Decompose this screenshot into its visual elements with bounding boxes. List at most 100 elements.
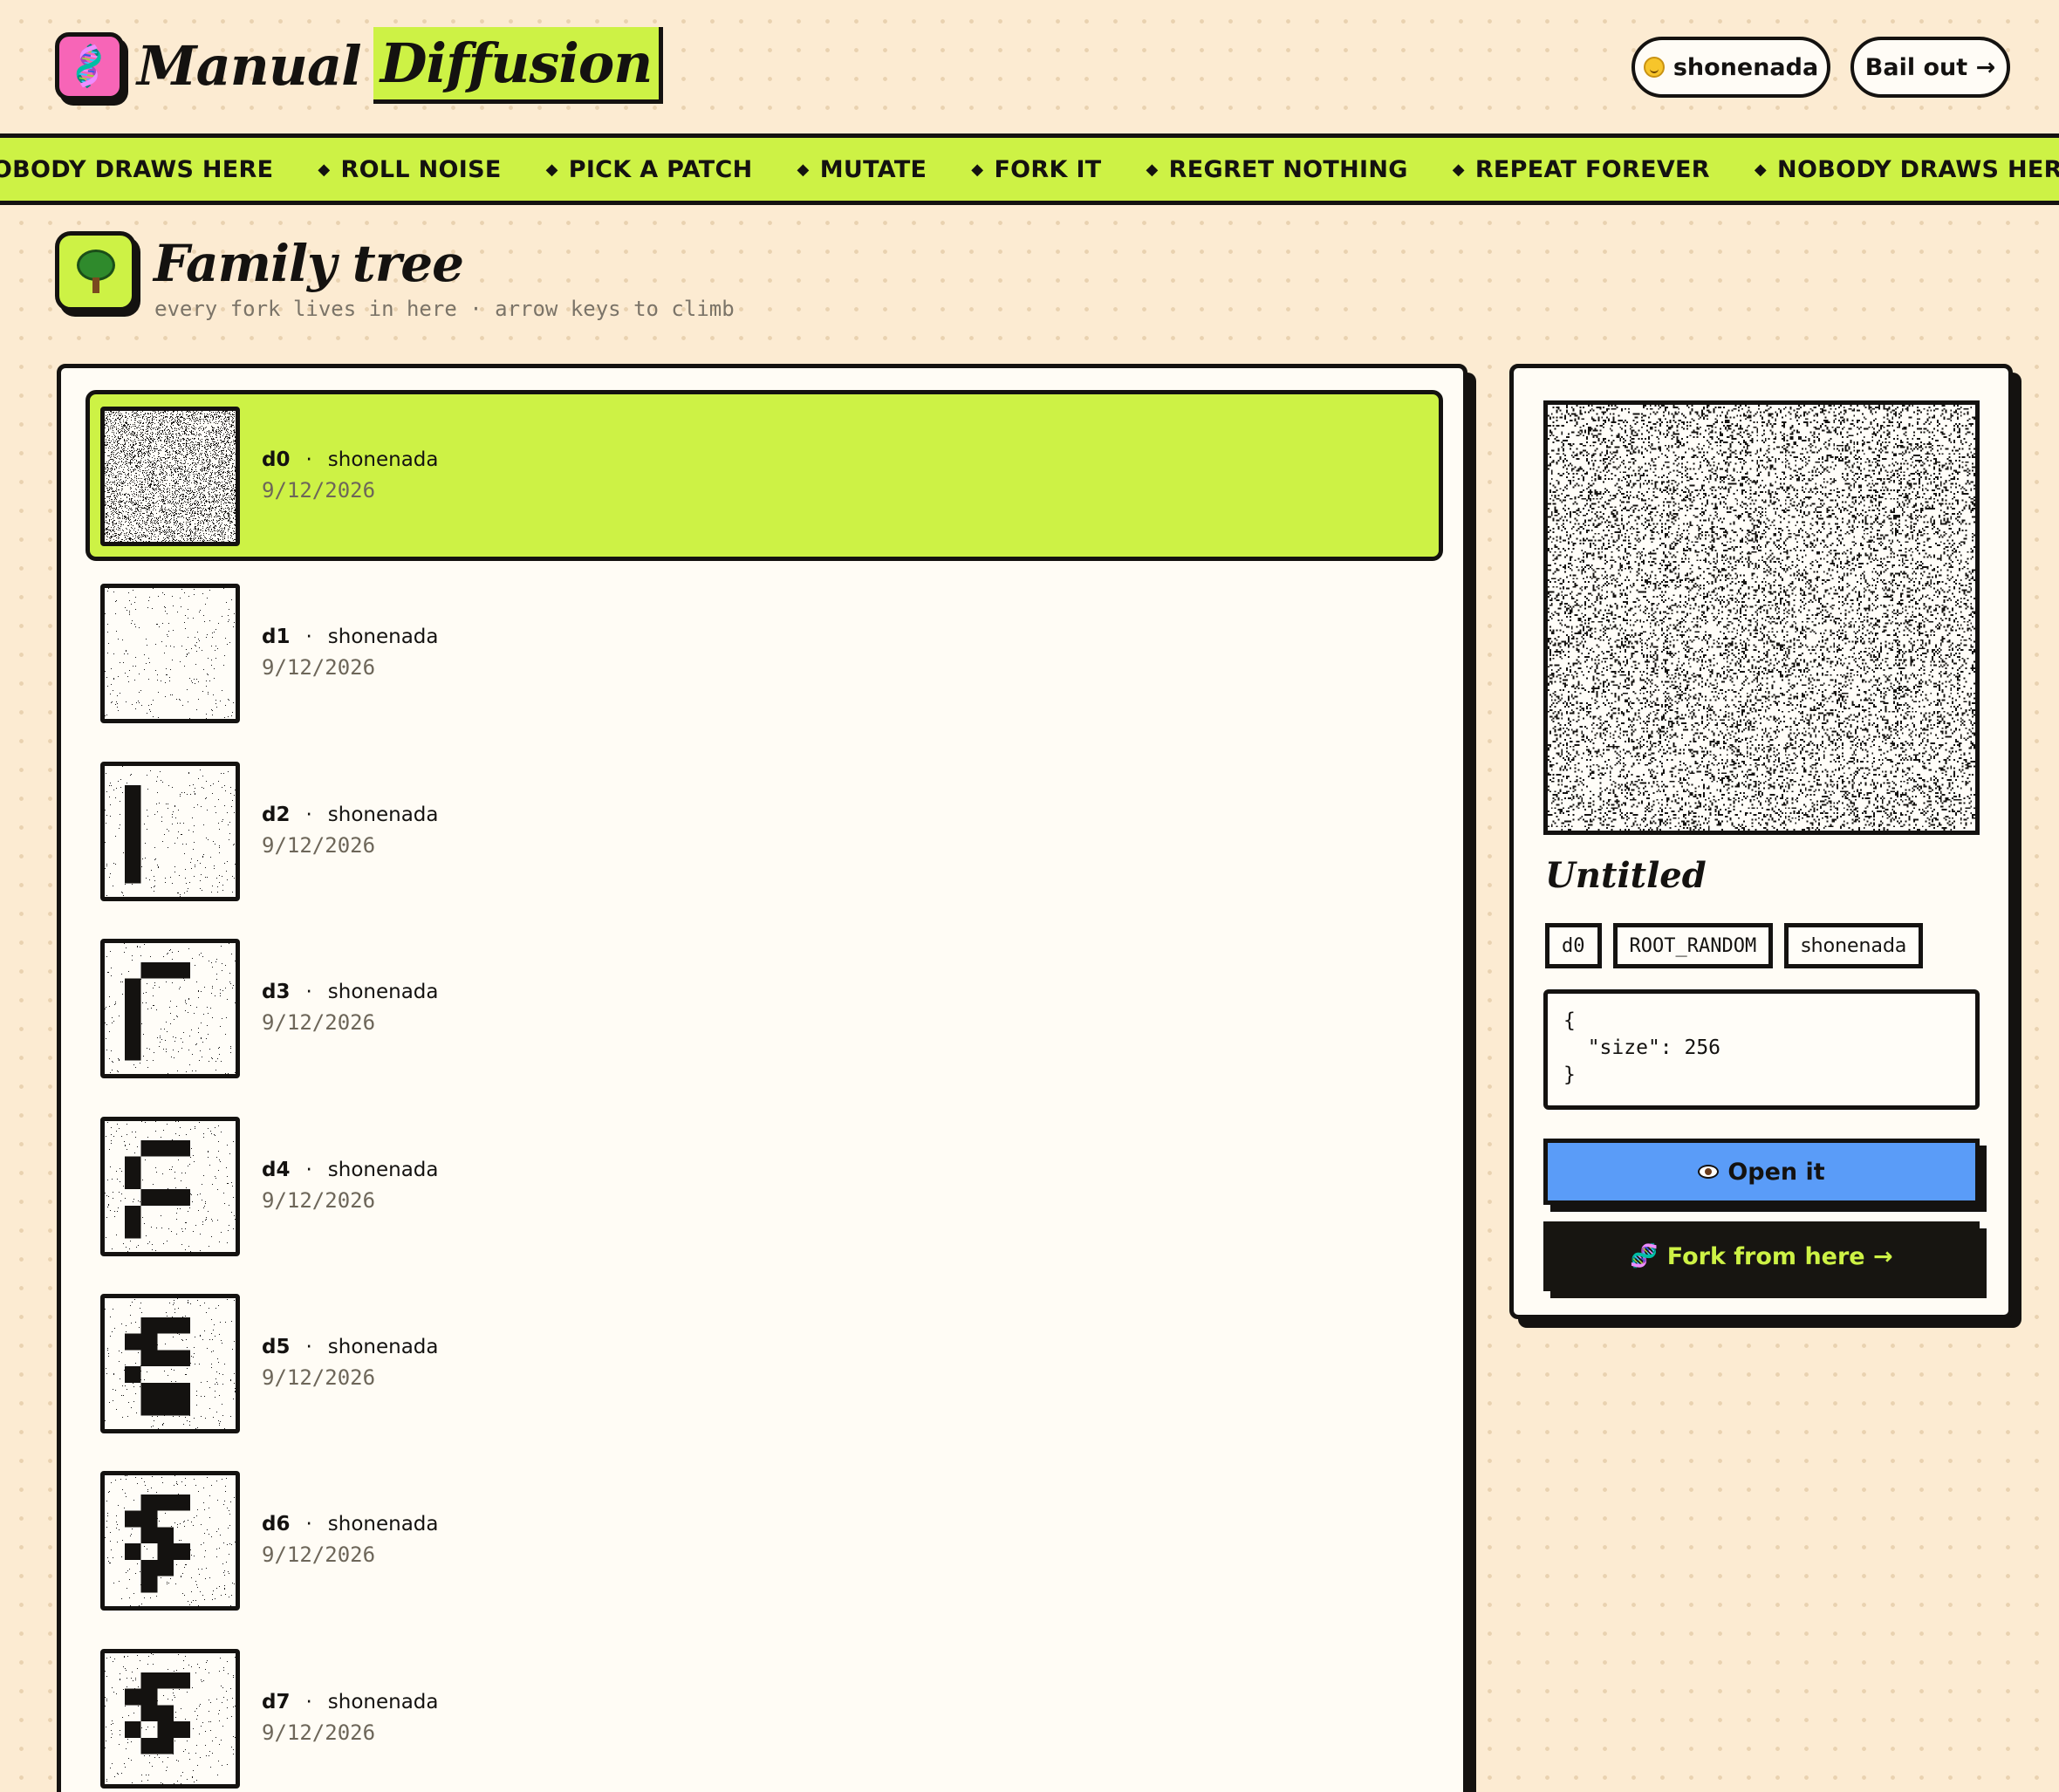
node-meta: d7 · shonenada 9/12/2026 — [262, 1691, 439, 1745]
node-meta: d4 · shonenada 9/12/2026 — [262, 1159, 439, 1213]
node-thumbnail — [100, 1471, 240, 1611]
tag-chips: d0 ROOT_RANDOM shonenada — [1545, 923, 1924, 968]
preview-image — [1543, 400, 1980, 835]
node-thumbnail — [100, 1294, 240, 1433]
node-author: shonenada — [328, 804, 439, 826]
ticker-text: NOBODY DRAWS HERE — [0, 156, 273, 183]
diamond-icon: ◆ — [1146, 161, 1159, 179]
node-date: 9/12/2026 — [262, 1542, 439, 1567]
node-meta: d5 · shonenada 9/12/2026 — [262, 1336, 439, 1390]
node-thumbnail — [100, 1117, 240, 1256]
ticker-item: NOBODY DRAWS HERE — [0, 156, 273, 183]
node-meta: d1 · shonenada 9/12/2026 — [262, 626, 439, 680]
node-date: 9/12/2026 — [262, 1720, 439, 1745]
node-separator: · — [305, 1159, 311, 1181]
node-id: d0 — [262, 448, 290, 471]
node-author: shonenada — [328, 1513, 439, 1536]
node-thumbnail — [100, 939, 240, 1078]
node-separator: · — [305, 626, 311, 648]
node-separator: · — [305, 1691, 311, 1713]
open-it-label: Open it — [1727, 1159, 1824, 1186]
node-separator: · — [305, 1336, 311, 1358]
node-author: shonenada — [328, 981, 439, 1003]
node-id: d6 — [262, 1513, 290, 1536]
ticker-item: ◆ MUTATE — [797, 156, 927, 183]
node-id: d1 — [262, 626, 290, 648]
smiley-face-icon — [1643, 57, 1665, 78]
node-meta: d6 · shonenada 9/12/2026 — [262, 1513, 439, 1567]
ticker-item: ◆ ROLL NOISE — [318, 156, 501, 183]
fork-from-here-button[interactable]: 🧬 Fork from here → — [1543, 1221, 1980, 1291]
ticker-text: FORK IT — [994, 156, 1101, 183]
eye-icon — [1698, 1165, 1720, 1179]
node-meta: d3 · shonenada 9/12/2026 — [262, 981, 439, 1035]
node-separator: · — [305, 448, 311, 471]
logo-tile[interactable]: 🧬 — [55, 32, 124, 100]
tree-node[interactable]: d0 · shonenada 9/12/2026 — [86, 390, 1443, 561]
node-id: d3 — [262, 981, 290, 1003]
params-close: } — [1563, 1064, 1576, 1086]
diamond-icon: ◆ — [546, 161, 558, 179]
ticker-item: ◆ NOBODY DRAWS HERE — [1755, 156, 2059, 183]
tree-node[interactable]: d2 · shonenada 9/12/2026 — [86, 745, 1443, 916]
params-open: { — [1563, 1009, 1576, 1032]
node-date: 9/12/2026 — [262, 655, 439, 680]
node-author: shonenada — [328, 448, 439, 471]
diamond-icon: ◆ — [971, 161, 983, 179]
ticker-text: PICK A PATCH — [569, 156, 753, 183]
tree-node[interactable]: d6 · shonenada 9/12/2026 — [86, 1454, 1443, 1625]
tree-node[interactable]: d4 · shonenada 9/12/2026 — [86, 1100, 1443, 1271]
open-it-button[interactable]: Open it — [1543, 1139, 1980, 1205]
diamond-icon: ◆ — [797, 161, 810, 179]
detail-panel: Untitled d0 ROOT_RANDOM shonenada { "siz… — [1509, 364, 2013, 1319]
node-date: 9/12/2026 — [262, 1188, 439, 1213]
ticker-marquee: NOBODY DRAWS HERE ◆ ROLL NOISE ◆ PICK A PATC… — [0, 133, 2059, 205]
drawing-title: Untitled — [1545, 855, 1707, 896]
node-date: 9/12/2026 — [262, 1365, 439, 1390]
bail-out-button[interactable]: Bail out → — [1850, 37, 2010, 98]
node-thumbnail — [100, 1649, 240, 1789]
params-json: { "size": 256 } — [1543, 989, 1980, 1110]
chip-author: shonenada — [1784, 923, 1924, 968]
wordmark-part1: Manual — [137, 34, 362, 98]
tree-node[interactable]: d5 · shonenada 9/12/2026 — [86, 1277, 1443, 1448]
node-thumbnail — [100, 584, 240, 723]
ticker-text: REPEAT FOREVER — [1475, 156, 1710, 183]
node-meta: d0 · shonenada 9/12/2026 — [262, 448, 439, 503]
node-author: shonenada — [328, 1336, 439, 1358]
ticker-text: ROLL NOISE — [341, 156, 502, 183]
node-date: 9/12/2026 — [262, 833, 439, 858]
page-subtitle: every fork lives in here · arrow keys to… — [154, 297, 735, 321]
node-meta: d2 · shonenada 9/12/2026 — [262, 804, 439, 858]
tree-node[interactable]: d3 · shonenada 9/12/2026 — [86, 922, 1443, 1093]
page-title: Family tree — [154, 234, 464, 293]
ticker-text: NOBODY DRAWS HERE — [1777, 156, 2059, 183]
node-separator: · — [305, 804, 311, 826]
bail-out-label: Bail out → — [1865, 54, 1995, 81]
node-date: 9/12/2026 — [262, 1010, 439, 1035]
node-thumbnail — [100, 407, 240, 546]
node-separator: · — [305, 981, 311, 1003]
ticker-text: MUTATE — [820, 156, 927, 183]
node-date: 9/12/2026 — [262, 478, 439, 503]
ticker-item: ◆ REPEAT FOREVER — [1453, 156, 1710, 183]
family-tree-panel[interactable]: d0 · shonenada 9/12/2026 d1 · shonenada 9/12/20… — [57, 364, 1467, 1792]
ticker-item: ◆ FORK IT — [971, 156, 1101, 183]
app-wordmark[interactable]: Manual Diffusion — [137, 27, 664, 104]
params-line: "size": 256 — [1588, 1036, 1720, 1059]
dna-icon: 🧬 — [63, 40, 116, 92]
fork-label: Fork from here → — [1667, 1243, 1893, 1270]
node-separator: · — [305, 1513, 311, 1536]
ticker-item: ◆ PICK A PATCH — [546, 156, 753, 183]
node-author: shonenada — [328, 1159, 439, 1181]
ticker-track: NOBODY DRAWS HERE ◆ ROLL NOISE ◆ PICK A PATC… — [0, 138, 2059, 201]
tree-node[interactable]: d1 · shonenada 9/12/2026 — [86, 567, 1443, 738]
node-id: d4 — [262, 1159, 290, 1181]
tree-node[interactable]: d7 · shonenada 9/12/2026 — [86, 1632, 1443, 1792]
chip-id: d0 — [1545, 923, 1602, 968]
node-author: shonenada — [328, 1691, 439, 1713]
diamond-icon: ◆ — [1755, 161, 1767, 179]
user-button[interactable]: shonenada — [1631, 37, 1830, 98]
node-id: d7 — [262, 1691, 290, 1713]
tree-icon — [76, 250, 115, 293]
